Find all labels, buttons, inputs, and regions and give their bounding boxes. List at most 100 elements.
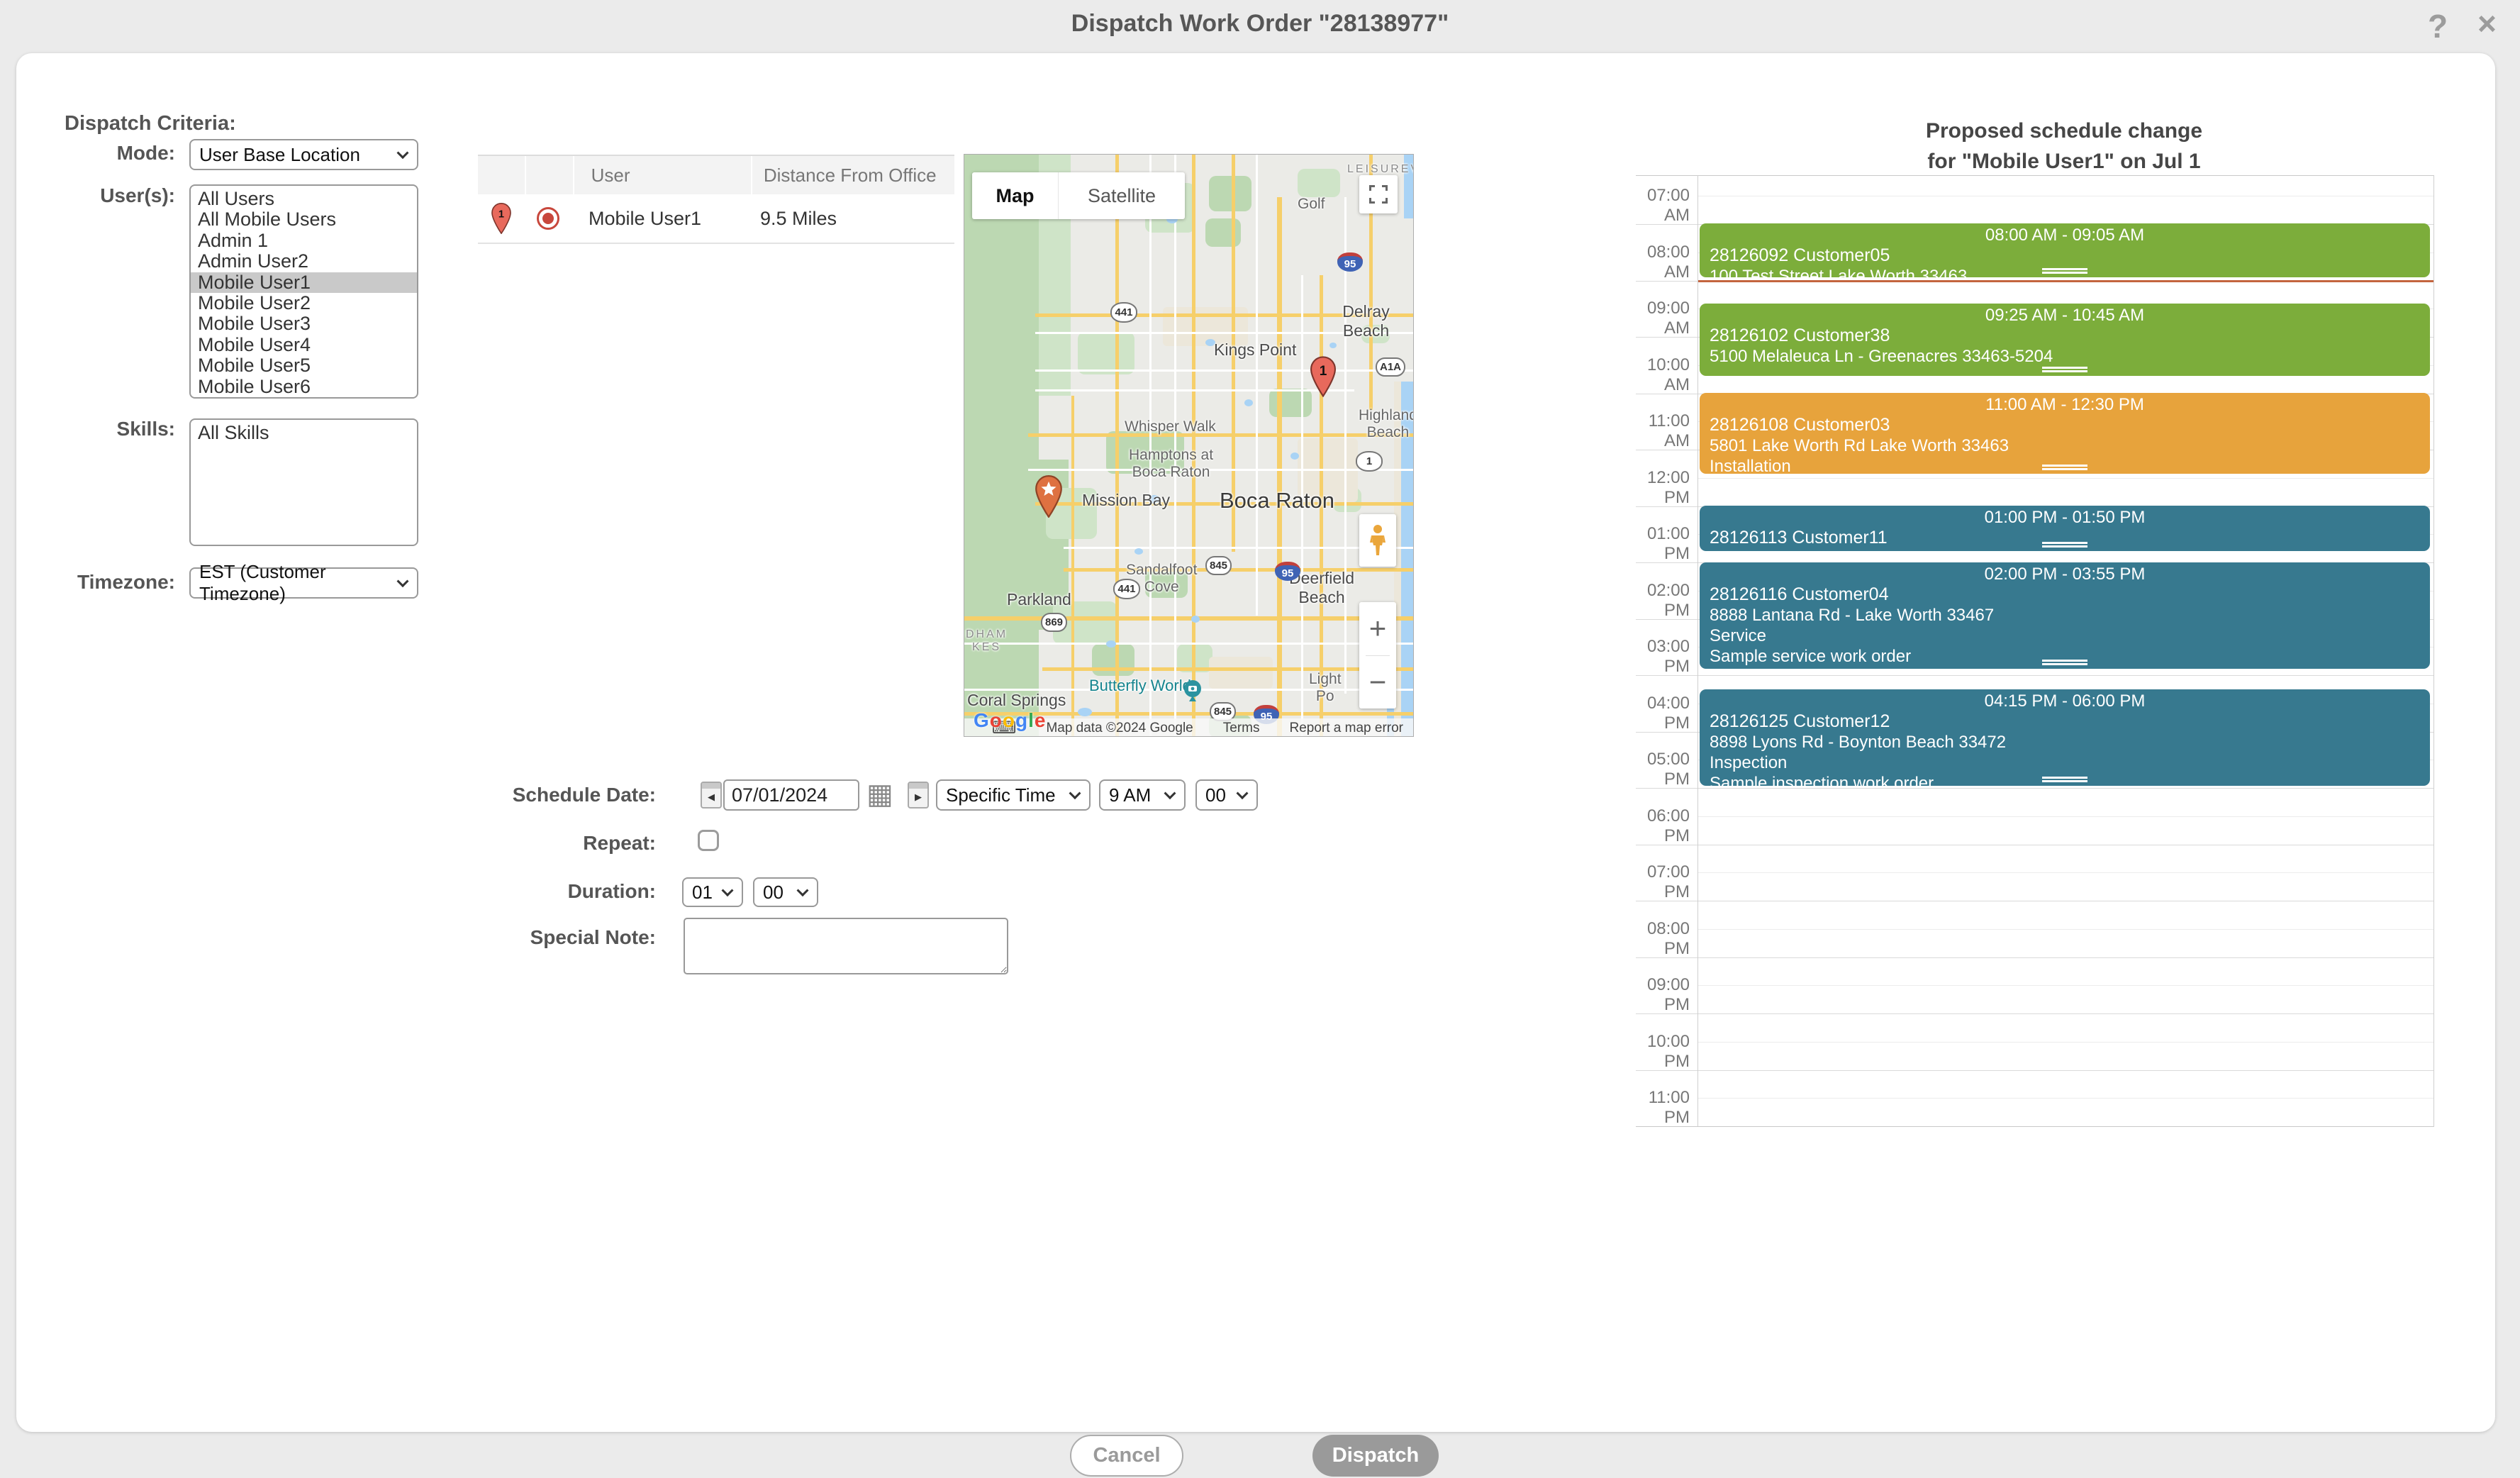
row-distance: 9.5 Miles — [749, 208, 952, 230]
poi-camera-marker[interactable] — [1183, 679, 1203, 708]
hour-line — [1697, 929, 2433, 930]
calendar-event[interactable]: 04:15 PM - 06:00 PM28126125 Customer1288… — [1700, 689, 2430, 786]
user-option[interactable]: Mobile User6 — [191, 377, 417, 397]
slot-boundary-line — [1636, 788, 2433, 789]
cancel-button[interactable]: Cancel — [1070, 1435, 1183, 1477]
arrow-left-icon: ◀ — [702, 789, 720, 806]
zoom-out-button[interactable]: − — [1359, 656, 1396, 709]
user-option[interactable]: All Mobile Users — [191, 209, 417, 230]
map-terrain — [1191, 616, 1200, 623]
mode-select[interactable]: User Base Location — [189, 139, 418, 170]
calendar-event[interactable]: 02:00 PM - 03:55 PM28126116 Customer0488… — [1700, 562, 2430, 669]
event-time-range: 02:00 PM - 03:55 PM — [1700, 564, 2430, 584]
event-detail-line: 8898 Lyons Rd - Boynton Beach 33472 — [1700, 732, 2430, 752]
user-option[interactable]: Mobile User2 — [191, 293, 417, 313]
map-type-satellite-button[interactable]: Satellite — [1059, 172, 1185, 219]
map-pin-icon: 1 — [491, 203, 511, 234]
skills-listbox[interactable]: All Skills — [189, 418, 418, 546]
route-shield-869: 869 — [1041, 613, 1067, 632]
proposed-schedule-calendar[interactable]: 07:00 AM08:00 AM09:00 AM10:00 AM11:00 AM… — [1636, 175, 2495, 1127]
user-option[interactable]: Mobile User3 — [191, 313, 417, 334]
map-terrain — [1277, 197, 1282, 737]
user-option[interactable]: Mobile User1 — [191, 272, 417, 293]
dispatch-button[interactable]: Dispatch — [1312, 1435, 1439, 1477]
zoom-in-button[interactable]: + — [1359, 602, 1396, 655]
skill-option[interactable]: All Skills — [191, 423, 417, 443]
time-mode-select[interactable]: Specific Time — [936, 779, 1091, 811]
user-option[interactable]: Mobile User4 — [191, 335, 417, 355]
header-select-column — [526, 156, 573, 194]
office-star-marker[interactable] — [1035, 475, 1062, 518]
route-shield-A1A: A1A — [1376, 357, 1405, 377]
duration-minutes-value: 00 — [763, 882, 784, 904]
route-shield-441: 441 — [1113, 579, 1140, 599]
close-icon[interactable]: × — [2477, 7, 2497, 40]
duration-minutes-select[interactable]: 00 — [753, 877, 818, 907]
map-terrain — [1042, 667, 1414, 671]
previous-day-button[interactable]: ◀ — [701, 782, 722, 809]
event-resize-handle[interactable] — [2042, 777, 2087, 782]
table-row[interactable]: 1 Mobile User1 9.5 Miles — [478, 194, 954, 244]
map-label: Boca Raton — [1220, 488, 1334, 513]
time-mode-value: Specific Time — [946, 784, 1056, 806]
users-listbox[interactable]: All UsersAll Mobile UsersAdmin 1Admin Us… — [189, 184, 418, 399]
map-terrain — [1209, 657, 1273, 689]
user-option[interactable]: Admin User2 — [191, 251, 417, 272]
hour-label: 11:00 AM — [1636, 411, 1690, 451]
numbered-map-marker[interactable]: 1 — [1310, 356, 1336, 397]
terms-link[interactable]: Terms — [1223, 721, 1260, 736]
slot-boundary-line — [1636, 1013, 2433, 1014]
google-logo-letter: g — [1015, 709, 1028, 731]
help-icon[interactable]: ? — [2428, 10, 2448, 43]
repeat-checkbox[interactable] — [698, 830, 719, 851]
event-resize-handle[interactable] — [2042, 367, 2087, 372]
calendar-event[interactable]: 01:00 PM - 01:50 PM28126113 Customer1188… — [1700, 506, 2430, 551]
duration-hours-select[interactable]: 01 — [682, 877, 743, 907]
user-option[interactable]: Mobile User5 — [191, 355, 417, 376]
google-logo-letter: o — [1003, 709, 1015, 731]
table-header: User Distance From Office — [478, 155, 954, 194]
report-map-error-link[interactable]: Report a map error — [1289, 721, 1403, 736]
event-work-order-title: 28126116 Customer04 — [1700, 584, 2430, 605]
user-option[interactable]: All Users — [191, 189, 417, 209]
event-work-order-title: 28126108 Customer03 — [1700, 415, 2430, 435]
map-type-map-button[interactable]: Map — [972, 172, 1059, 219]
map-label: Mission Bay — [1082, 491, 1170, 510]
timezone-select[interactable]: EST (Customer Timezone) — [189, 567, 418, 599]
hour-label: 11:00 PM — [1636, 1088, 1690, 1128]
hour-label: 09:00 PM — [1636, 975, 1690, 1015]
slot-boundary-line — [1636, 957, 2433, 958]
calendar-event[interactable]: 08:00 AM - 09:05 AM28126092 Customer0510… — [1700, 223, 2430, 277]
event-time-range: 04:15 PM - 06:00 PM — [1700, 691, 2430, 711]
user-radio-selected[interactable] — [537, 207, 559, 230]
map-label: Highland Beach — [1359, 407, 1414, 441]
hour-label: 10:00 PM — [1636, 1032, 1690, 1072]
calendar-title-line1: Proposed schedule change — [1634, 119, 2494, 143]
special-note-textarea[interactable] — [684, 918, 1008, 974]
fullscreen-button[interactable] — [1359, 175, 1398, 213]
calendar-event[interactable]: 11:00 AM - 12:30 PM28126108 Customer0358… — [1700, 393, 2430, 474]
event-resize-handle[interactable] — [2042, 542, 2087, 548]
users-label: User(s): — [0, 184, 175, 207]
event-resize-handle[interactable] — [2042, 465, 2087, 470]
minute-select[interactable]: 00 — [1195, 779, 1258, 811]
user-option[interactable]: Admin 1 — [191, 230, 417, 251]
hour-label: 01:00 PM — [1636, 524, 1690, 564]
hour-select[interactable]: 9 AM — [1099, 779, 1186, 811]
row-user-name: Mobile User1 — [572, 208, 749, 230]
chevron-down-icon — [797, 884, 809, 896]
event-detail-line: 5100 Melaleuca Ln - Greenacres 33463-520… — [1700, 346, 2430, 367]
pegman-icon — [1368, 524, 1387, 557]
pegman-button[interactable] — [1359, 514, 1396, 567]
calendar-picker-icon[interactable]: ▦ — [866, 780, 893, 809]
schedule-date-input[interactable] — [723, 779, 859, 811]
hour-line — [1697, 478, 2433, 479]
event-resize-handle[interactable] — [2042, 268, 2087, 274]
event-resize-handle[interactable] — [2042, 660, 2087, 665]
next-day-button[interactable]: ▶ — [908, 782, 929, 809]
calendar-event[interactable]: 09:25 AM - 10:45 AM28126102 Customer3851… — [1700, 304, 2430, 376]
hour-column-border — [1697, 175, 1698, 1127]
google-map[interactable]: LEISUREVILLEGolfDelray BeachKings PointW… — [964, 154, 1414, 737]
timezone-label: Timezone: — [0, 571, 175, 594]
google-logo[interactable]: Google — [974, 709, 1046, 732]
